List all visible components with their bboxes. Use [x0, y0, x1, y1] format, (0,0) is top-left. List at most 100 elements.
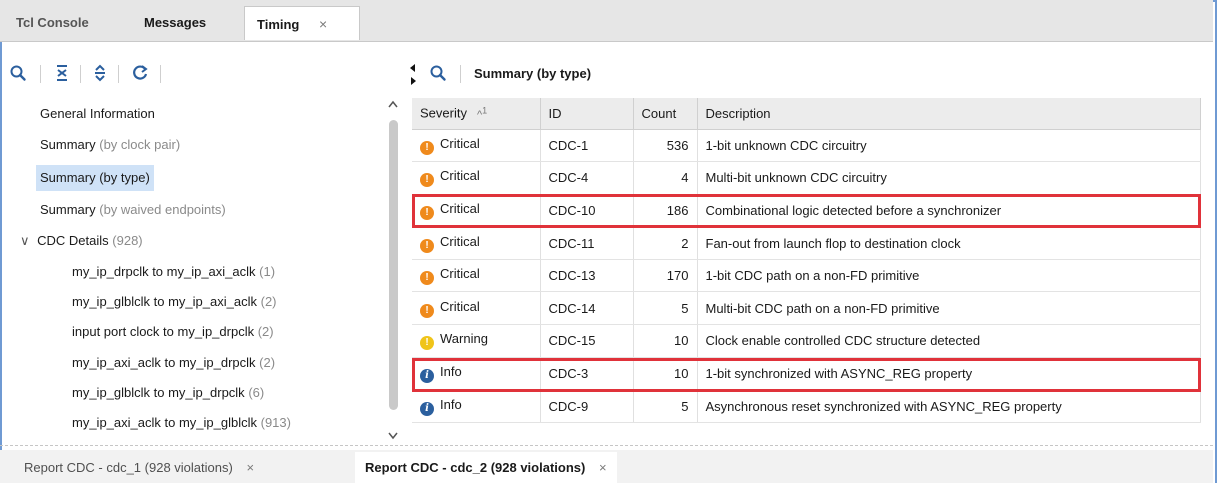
nav-sublabel: (2): [257, 324, 274, 339]
table-row[interactable]: ! Critical CDC-1 536 1-bit unknown CDC circu…: [412, 129, 1201, 163]
severity-label: Critical: [440, 298, 480, 314]
cell-severity: ! Critical: [412, 226, 541, 260]
cell-id: CDC-4: [540, 161, 634, 195]
cell-count: 10: [633, 324, 698, 358]
nav-cdc-child[interactable]: my_ip_axi_aclk to my_ip_glblclk (913): [68, 410, 295, 436]
cell-severity: ! Critical: [412, 129, 541, 163]
cell-count: 10: [633, 357, 698, 391]
nav-cdc-child[interactable]: my_ip_glblclk to my_ip_drpclk (6): [68, 380, 268, 406]
chevron-down-icon[interactable]: ∨: [20, 233, 30, 248]
nav-sublabel: (928): [112, 233, 143, 248]
close-icon[interactable]: ×: [319, 16, 327, 32]
splitter-arrows-icon[interactable]: [409, 63, 417, 87]
cell-description: Asynchronous reset synchronized with ASY…: [697, 389, 1201, 423]
cell-id: CDC-9: [540, 389, 634, 423]
severity-label: Info: [440, 396, 462, 412]
warning-icon: !: [420, 336, 434, 351]
cell-count: 186: [633, 194, 698, 228]
cell-description: Multi-bit CDC path on a non-FD primitive: [697, 291, 1201, 326]
column-header-count[interactable]: Count: [633, 98, 698, 130]
cell-description: Combinational logic detected before a sy…: [697, 194, 1201, 228]
toolbar-divider: [80, 65, 81, 83]
cell-count: 170: [633, 259, 698, 293]
nav-cdc-child[interactable]: input port clock to my_ip_drpclk (2): [68, 319, 278, 345]
cell-count: 536: [633, 129, 698, 163]
severity-label: Warning: [440, 331, 488, 347]
table-row[interactable]: ! Critical CDC-14 5 Multi-bit CDC path on a …: [412, 291, 1201, 326]
table-row[interactable]: ! Critical CDC-13 170 1-bit CDC path on a no…: [412, 259, 1201, 293]
column-header-description[interactable]: Description: [697, 98, 1201, 130]
cell-severity: i Info: [412, 357, 541, 391]
cell-description: Multi-bit unknown CDC circuitry: [697, 161, 1201, 195]
critical-icon: !: [420, 303, 434, 318]
panel-title: Summary (by type): [474, 66, 592, 81]
nav-summary-by-type[interactable]: Summary (by type): [36, 165, 154, 191]
tab-timing[interactable]: Timing ×: [244, 6, 360, 40]
nav-label: my_ip_drpclk to my_ip_axi_aclk: [72, 264, 256, 279]
tab-messages[interactable]: Messages: [132, 6, 218, 40]
cell-id: CDC-11: [540, 226, 634, 260]
table-row[interactable]: i Info CDC-3 10 1-bit synchronized with ASYN…: [412, 357, 1201, 391]
cdc-summary-table: Severity ^1 ID Count Description ! Critica…: [412, 98, 1213, 428]
cell-id: CDC-13: [540, 259, 634, 293]
tab-label: Timing: [257, 17, 300, 32]
cell-count: 5: [633, 389, 698, 423]
critical-icon: !: [420, 173, 434, 188]
nav-sublabel: (by waived endpoints): [99, 202, 226, 217]
nav-general-information[interactable]: General Information: [36, 101, 159, 127]
nav-label: my_ip_glblclk to my_ip_drpclk: [72, 385, 245, 400]
nav-summary-waived[interactable]: Summary (by waived endpoints): [36, 197, 230, 223]
nav-sublabel: (1): [259, 264, 276, 279]
header-label: Severity: [420, 106, 467, 122]
cell-id: CDC-3: [540, 357, 634, 391]
column-header-id[interactable]: ID: [540, 98, 634, 130]
table-row[interactable]: ! Warning CDC-15 10 Clock enable controlled …: [412, 324, 1201, 358]
table-row[interactable]: ! Critical CDC-10 186 Combinational logic de…: [412, 194, 1201, 228]
search-icon[interactable]: [6, 61, 30, 85]
nav-label: Summary: [40, 202, 96, 217]
table-row[interactable]: ! Critical CDC-4 4 Multi-bit unknown CDC cir…: [412, 161, 1201, 195]
cell-severity: i Info: [412, 389, 541, 423]
tab-report-cdc-2[interactable]: Report CDC - cdc_2 (928 violations) ×: [355, 452, 617, 483]
table-row[interactable]: i Info CDC-9 5 Asynchronous reset synchroniz…: [412, 389, 1201, 423]
refresh-icon[interactable]: [128, 61, 152, 85]
cell-count: 2: [633, 226, 698, 260]
cell-severity: ! Warning: [412, 324, 541, 358]
sort-ascending-icon[interactable]: ^1: [477, 105, 487, 121]
tab-label: Messages: [144, 15, 207, 30]
nav-label: Summary: [40, 137, 96, 152]
nav-label: my_ip_axi_aclk to my_ip_glblclk: [72, 415, 257, 430]
close-icon[interactable]: ×: [599, 460, 607, 475]
toolbar-divider: [118, 65, 119, 83]
scroll-thumb[interactable]: [389, 120, 398, 410]
nav-cdc-details[interactable]: ∨ CDC Details (928): [16, 228, 147, 254]
scroll-up-icon[interactable]: [388, 100, 398, 111]
nav-cdc-child[interactable]: my_ip_drpclk to my_ip_axi_aclk (1): [68, 259, 279, 285]
expand-all-icon[interactable]: [88, 61, 112, 85]
nav-sublabel: (6): [248, 385, 265, 400]
cell-severity: ! Critical: [412, 259, 541, 293]
cell-severity: ! Critical: [412, 161, 541, 195]
nav-label: my_ip_axi_aclk to my_ip_drpclk: [72, 355, 256, 370]
nav-summary-clock-pair[interactable]: Summary (by clock pair): [36, 132, 184, 158]
tab-report-cdc-1[interactable]: Report CDC - cdc_1 (928 violations) ×: [14, 452, 264, 483]
right-panel-header: Summary (by type): [418, 55, 1213, 95]
scroll-down-icon[interactable]: [388, 432, 398, 443]
nav-label: my_ip_glblclk to my_ip_axi_aclk: [72, 294, 257, 309]
nav-label: CDC Details: [37, 233, 109, 248]
cell-severity: ! Critical: [412, 194, 541, 228]
nav-cdc-child[interactable]: my_ip_glblclk to my_ip_axi_aclk (2): [68, 289, 281, 315]
tab-label: Tcl Console: [16, 15, 89, 30]
cell-id: CDC-1: [540, 129, 634, 163]
severity-label: Critical: [440, 135, 480, 151]
tab-tcl-console[interactable]: Tcl Console: [4, 6, 101, 40]
collapse-all-icon[interactable]: [50, 61, 74, 85]
close-icon[interactable]: ×: [246, 460, 254, 475]
column-header-severity[interactable]: Severity ^1: [412, 98, 541, 130]
table-header-row: Severity ^1 ID Count Description: [412, 98, 1201, 130]
table-row[interactable]: ! Critical CDC-11 2 Fan-out from launch flop…: [412, 226, 1201, 260]
nav-tree: General Information Summary (by clock pa…: [0, 97, 408, 442]
nav-cdc-child[interactable]: my_ip_axi_aclk to my_ip_drpclk (2): [68, 350, 279, 376]
info-icon: i: [420, 368, 434, 383]
search-icon[interactable]: [426, 61, 450, 85]
